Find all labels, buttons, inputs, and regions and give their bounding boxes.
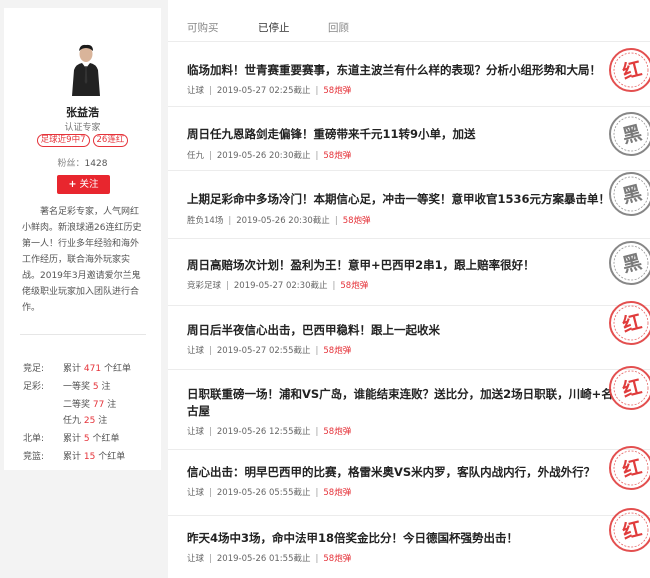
article-title[interactable]: 周日任九恩路剑走偏锋！重磅带来千元11转9小单，加送: [187, 126, 619, 143]
article-meta: 胜负14场 | 2019-05-26 20:30截止 | 58炮弹: [187, 216, 371, 226]
result-stamp-red-icon: 红: [609, 48, 650, 92]
record-tag: 26连红: [92, 134, 129, 147]
stamp-text: 红: [620, 310, 644, 337]
tab-available[interactable]: 可购买: [187, 20, 219, 35]
article-item[interactable]: 周日后半夜信心出击，巴西甲稳料！跟上一起收米 让球 | 2019-05-27 02:…: [168, 306, 650, 370]
expert-name: 张益浩: [66, 106, 99, 119]
certification-label: 认证专家: [64, 123, 101, 133]
stamp-text: 红: [620, 375, 644, 402]
stat-label: 北单:: [23, 434, 45, 444]
fans-count: 粉丝：1428: [4, 156, 161, 169]
article-item[interactable]: 周日高赔场次计划！盈利为王！意甲+巴西甲2串1，跟上赔率很好！ 竞彩足球 | 201…: [168, 239, 650, 306]
plus-icon: +: [68, 179, 77, 190]
article-title[interactable]: 上期足彩命中多场冷门！本期信心足，冲击一等奖！意甲收官1536元方案暴击单！: [187, 191, 619, 208]
stat-label: 竞足:: [23, 364, 45, 374]
stat-zucai-second: 二等奖 77 注: [63, 400, 117, 410]
article-list-panel: 可购买 已停止 回顾 临场加料！世青赛重要赛事，东道主波兰有什么样的表现？分析小…: [168, 0, 650, 578]
follow-button[interactable]: + 关注: [57, 175, 110, 194]
article-item[interactable]: 昨天4场中3场，命中法甲18倍奖金比分！今日德国杯强势出击！ 让球 | 2019-0…: [168, 516, 650, 578]
stamp-text: 红: [620, 517, 644, 544]
follow-label: 关注: [79, 179, 99, 190]
article-meta: 让球 | 2019-05-26 01:55截止 | 58炮弹: [187, 554, 352, 564]
article-title[interactable]: 日职联重磅一场！浦和VS广岛，谁能结束连败？送比分，加送2场日职联，川崎+名古屋: [187, 386, 619, 420]
article-title[interactable]: 周日后半夜信心出击，巴西甲稳料！跟上一起收米: [187, 322, 619, 339]
stamp-text: 红: [620, 57, 644, 84]
article-meta: 让球 | 2019-05-27 02:55截止 | 58炮弹: [187, 346, 352, 356]
record-tag: 足球近9中7: [36, 134, 90, 147]
stamp-text: 黑: [620, 182, 644, 208]
expert-avatar[interactable]: [70, 44, 102, 96]
fans-value: 1428: [84, 159, 108, 169]
stat-jinglan: 累计 15 个红单: [63, 452, 126, 462]
stamp-text: 红: [620, 455, 644, 482]
article-item[interactable]: 周日任九恩路剑走偏锋！重磅带来千元11转9小单，加送 任九 | 2019-05-26…: [168, 107, 650, 171]
article-meta: 让球 | 2019-05-27 02:25截止 | 58炮弹: [187, 86, 352, 96]
tab-bar: 可购买 已停止 回顾: [168, 0, 650, 42]
expert-profile-card: 张益浩 认证专家 足球近9中7 26连红 粉丝：1428 + 关注 著名足彩专家，…: [4, 8, 161, 470]
expert-bio: 著名足彩专家，人气网红小鲜肉。新浪球通26连红历史第一人！行业多年经验和海外工作…: [22, 207, 142, 313]
article-meta: 让球 | 2019-05-26 12:55截止 | 58炮弹: [187, 427, 352, 437]
article-title[interactable]: 临场加料！世青赛重要赛事，东道主波兰有什么样的表现？分析小组形势和大局！: [187, 62, 619, 79]
result-stamp-black-icon: 黑: [609, 112, 650, 156]
tab-stopped[interactable]: 已停止: [258, 20, 290, 35]
stamp-text: 黑: [620, 251, 644, 277]
result-stamp-red-icon: 红: [609, 446, 650, 490]
stat-zucai-first: 一等奖 5 注: [63, 382, 111, 392]
article-title[interactable]: 信心出击：明早巴西甲的比赛，格雷米奥VS米内罗，客队内战内行，外战外行？: [187, 464, 619, 481]
result-stamp-red-icon: 红: [609, 301, 650, 345]
result-stamp-black-icon: 黑: [609, 172, 650, 216]
record-tags: 足球近9中7 26连红: [4, 134, 161, 147]
article-title[interactable]: 周日高赔场次计划！盈利为王！意甲+巴西甲2串1，跟上赔率很好！: [187, 257, 619, 274]
stat-label: 竞篮:: [23, 452, 45, 462]
stat-beidan: 累计 5 个红单: [63, 434, 120, 444]
stat-jingzu: 累计 471 个红单: [63, 364, 131, 374]
stat-label: 足彩:: [23, 382, 45, 392]
stat-renjiu: 任九 25 注: [63, 416, 108, 426]
stamp-text: 黑: [620, 122, 644, 148]
result-stamp-black-icon: 黑: [609, 241, 650, 285]
article-meta: 竞彩足球 | 2019-05-27 02:30截止 | 58炮弹: [187, 281, 369, 291]
article-item[interactable]: 上期足彩命中多场冷门！本期信心足，冲击一等奖！意甲收官1536元方案暴击单！ 胜…: [168, 171, 650, 239]
article-meta: 让球 | 2019-05-26 05:55截止 | 58炮弹: [187, 488, 352, 498]
result-stamp-red-icon: 红: [609, 508, 650, 552]
article-meta: 任九 | 2019-05-26 20:30截止 | 58炮弹: [187, 151, 352, 161]
tab-review[interactable]: 回顾: [328, 20, 349, 35]
article-item[interactable]: 日职联重磅一场！浦和VS广岛，谁能结束连败？送比分，加送2场日职联，川崎+名古屋…: [168, 370, 650, 450]
fans-label: 粉丝：: [57, 159, 85, 169]
article-title[interactable]: 昨天4场中3场，命中法甲18倍奖金比分！今日德国杯强势出击！: [187, 530, 619, 547]
article-item[interactable]: 临场加料！世青赛重要赛事，东道主波兰有什么样的表现？分析小组形势和大局！ 让球 |…: [168, 43, 650, 107]
article-item[interactable]: 信心出击：明早巴西甲的比赛，格雷米奥VS米内罗，客队内战内行，外战外行？ 让球 |…: [168, 450, 650, 516]
result-stamp-red-icon: 红: [609, 366, 650, 410]
divider: [20, 334, 146, 335]
